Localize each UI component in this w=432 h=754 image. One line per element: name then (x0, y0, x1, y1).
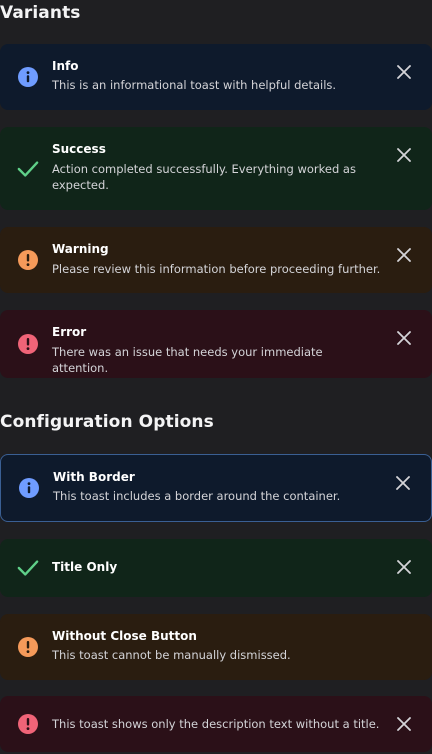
toast-description: Action completed successfully. Everythin… (52, 162, 356, 192)
toast-description: This is an informational toast with help… (52, 78, 337, 92)
close-icon[interactable] (396, 716, 412, 732)
close-icon[interactable] (396, 64, 412, 80)
close-icon[interactable] (396, 330, 412, 346)
close-icon[interactable] (396, 559, 412, 575)
toast-without-close: Without Close Button This toast cannot b… (0, 614, 432, 680)
close-icon[interactable] (396, 247, 412, 263)
config-options-heading: Configuration Options (0, 412, 214, 432)
toast-title-only: Title Only (0, 539, 432, 597)
toast-title: With Border (53, 470, 135, 484)
toast-title: Error (52, 325, 87, 339)
toast-description: This toast includes a border around the … (53, 489, 341, 503)
toast-title: Success (52, 142, 106, 156)
toast-error: Error There was an issue that needs your… (0, 310, 432, 378)
close-icon[interactable] (395, 475, 411, 491)
close-icon[interactable] (396, 147, 412, 163)
toast-success: Success Action completed successfully. E… (0, 127, 432, 210)
exclamation-icon (17, 636, 39, 658)
toast-warning: Warning Please review this information b… (0, 227, 432, 293)
toast-info: Info This is an informational toast with… (0, 44, 432, 110)
toast-description: Please review this information before pr… (52, 262, 381, 276)
info-icon (18, 477, 40, 499)
toast-description-only: This toast shows only the description te… (0, 696, 432, 752)
toast-description: This toast shows only the description te… (52, 717, 380, 731)
toast-with-border: With Border This toast includes a border… (0, 454, 432, 522)
toast-title: Without Close Button (52, 629, 197, 643)
toast-description: This toast cannot be manually dismissed. (52, 648, 291, 662)
check-icon (17, 158, 39, 180)
exclamation-icon (17, 249, 39, 271)
toast-title: Warning (52, 242, 109, 256)
check-icon (17, 557, 39, 579)
exclamation-icon (17, 333, 39, 355)
toast-title: Info (52, 59, 79, 73)
exclamation-icon (17, 713, 39, 735)
toast-title: Title Only (52, 560, 118, 574)
toast-description: There was an issue that needs your immed… (52, 345, 323, 375)
info-icon (17, 66, 39, 88)
variants-heading: Variants (0, 3, 81, 23)
